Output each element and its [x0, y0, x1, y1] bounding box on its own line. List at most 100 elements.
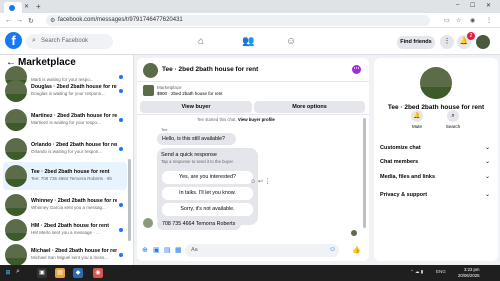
conversation-item[interactable]: Whinney · 2bed 2bath house for rent Whin…	[3, 191, 127, 219]
account-avatar[interactable]	[476, 35, 490, 49]
taskbar-search-icon[interactable]: ⌕	[16, 268, 24, 276]
system-clock[interactable]: 3:23 pm 20/06/2025	[458, 267, 480, 279]
quick-response-box: Send a quick response Tap a response to …	[157, 148, 258, 225]
maximize-button[interactable]: ☐	[470, 2, 475, 9]
unread-dot	[119, 253, 123, 257]
close-window-button[interactable]: ✕	[486, 2, 491, 9]
quick-reply-button[interactable]: Yes, are you interested?	[162, 171, 253, 184]
quick-reply-button[interactable]: Sorry, it's not available.	[162, 203, 253, 216]
conversation-name: Tee · 2bed 2bath house for rent	[31, 169, 110, 175]
bookmark-icon[interactable]: ☆	[456, 17, 461, 24]
facebook-logo[interactable]: f	[5, 32, 22, 49]
conversation-preview: HM Merlo sent you a message · ...	[31, 230, 100, 235]
chevron-down-icon: ⌄	[484, 159, 490, 165]
search-icon[interactable]: ⌕	[447, 110, 459, 122]
back-icon[interactable]: ←	[5, 17, 12, 24]
file-explorer-icon[interactable]: ▤	[55, 268, 65, 278]
url-text[interactable]: facebook.com/messages/t/9791746477620431	[58, 17, 183, 23]
chat-scrollbar[interactable]	[363, 118, 366, 228]
mute-action[interactable]: 🔔 Mute	[402, 110, 432, 129]
chat-thumbnail[interactable]	[143, 63, 158, 78]
menu-grid-icon[interactable]: ⋮	[440, 35, 454, 49]
unread-dot	[119, 203, 123, 207]
unread-dot	[119, 118, 123, 122]
taskbar-app-icon[interactable]: ◆	[73, 268, 83, 278]
conversation-item[interactable]: Orlando · 2bed 2bath house for rent Orla…	[3, 135, 127, 163]
listing-card: Marketplace $900 · 2bed 2bath house for …	[137, 81, 369, 115]
find-friends-button[interactable]: Find friends	[397, 36, 435, 49]
chat-panel: Tee · 2bed 2bath house for rent ⋯ Market…	[137, 58, 369, 261]
cast-icon[interactable]: ▭	[444, 17, 450, 24]
message-input[interactable]: Aa ☺	[185, 244, 339, 257]
reload-icon[interactable]: ↻	[28, 17, 34, 25]
conversation-item-active[interactable]: Tee · 2bed 2bath house for rent Tee: 708…	[3, 162, 127, 190]
quick-reply-button[interactable]: In talks. I'll let you know.	[162, 187, 253, 200]
sticker-icon[interactable]: ▤	[164, 246, 171, 254]
reply-icon[interactable]: ↩	[258, 179, 263, 185]
conversation-thumbnail	[5, 138, 27, 160]
site-info-icon[interactable]: ⚙	[50, 17, 55, 24]
taskbar-app-icon[interactable]: ▣	[37, 268, 47, 278]
search-input[interactable]: ⌕ Search Facebook	[26, 34, 113, 49]
tray-icons[interactable]: ⌃ ☁ ▮	[410, 269, 423, 275]
address-bar[interactable]: ⚙ facebook.com/messages/t/97917464776204…	[46, 15, 430, 26]
mute-icon[interactable]: 🔔	[411, 110, 423, 122]
search-action[interactable]: ⌕ Search	[438, 110, 468, 129]
profile-icon[interactable]: ◉	[470, 17, 475, 24]
language-code: ENG	[436, 269, 446, 274]
conversation-item[interactable]: Martinez · 2bed 2bath house for rent Mar…	[3, 106, 127, 134]
language-indicator[interactable]: ENG	[436, 269, 446, 274]
forward-icon[interactable]: →	[16, 17, 23, 24]
conversation-item[interactable]: Douglas · 2bed 2bath house for rent Doug…	[3, 77, 127, 105]
conversation-preview: Tee: 708 735 4664 Temorra Roberts · 8h	[31, 176, 112, 181]
listing-label: Marketplace	[157, 85, 182, 90]
conversation-preview: Michael San Miguel sent you a mess...	[31, 255, 109, 260]
media-files-links-row[interactable]: Media, files and links ⌄	[380, 171, 492, 183]
conversation-thumbnail	[5, 80, 27, 102]
close-tab-icon[interactable]: ✕	[24, 3, 29, 10]
quick-response-title: Send a quick response	[161, 152, 217, 158]
sidebar-scrollbar[interactable]	[128, 159, 131, 241]
message-bubble: Hello, is this still available?	[157, 133, 236, 145]
friends-icon[interactable]: 👥	[242, 36, 254, 47]
conversation-item[interactable]: HM · 2bed 2bath house for rent HM Merlo …	[3, 216, 127, 244]
react-icon[interactable]: ☺	[250, 179, 256, 185]
listing-avatar[interactable]	[420, 67, 452, 99]
mute-label: Mute	[411, 124, 422, 129]
groups-icon[interactable]: ☺	[286, 36, 296, 47]
chat-title[interactable]: Tee · 2bed 2bath house for rent	[162, 66, 258, 73]
listing-price[interactable]: $900 · 2bed 2bath house for rent	[157, 91, 223, 96]
sender-avatar	[143, 218, 153, 228]
customize-chat-row[interactable]: Customize chat ⌄	[380, 142, 492, 154]
chat-members-row[interactable]: Chat members ⌄	[380, 156, 492, 168]
minimize-button[interactable]: –	[456, 2, 459, 8]
search-placeholder: Search Facebook	[41, 38, 89, 44]
conversation-name: Michael · 2bed 2bath house for rent	[31, 248, 117, 254]
chat-info-panel: Tee · 2bed 2bath house for rent 🔔 Mute ⌕…	[374, 58, 498, 261]
view-buyer-profile-link[interactable]: View buyer profile	[238, 117, 275, 122]
new-tab-button[interactable]: +	[36, 2, 41, 11]
menu-icon[interactable]: ⋮	[486, 17, 492, 24]
home-icon[interactable]: ⌂	[198, 36, 204, 47]
like-icon[interactable]: 👍	[352, 246, 361, 254]
sender-name: Tee	[161, 127, 168, 132]
add-icon[interactable]: ⊕	[142, 246, 148, 254]
chat-start-notice: Tee started this chat. View buyer profil…	[197, 117, 275, 122]
conversation-name: Orlando · 2bed 2bath house for rent	[31, 142, 117, 148]
conversation-thumbnail	[5, 165, 27, 187]
chrome-icon[interactable]: ◉	[93, 268, 103, 278]
windows-start-icon[interactable]: ⊞	[3, 268, 13, 278]
photo-icon[interactable]: ▣	[153, 246, 160, 254]
listing-thumbnail[interactable]	[143, 85, 154, 96]
message-bubble: 708 735 4664 Temorra Roberts	[157, 218, 241, 230]
conversation-item[interactable]: Michael · 2bed 2bath house for rent Mich…	[3, 241, 127, 265]
privacy-support-row[interactable]: Privacy & support ⌄	[380, 189, 492, 201]
info-title: Tee · 2bed 2bath house for rent	[387, 104, 485, 111]
view-buyer-button[interactable]: View buyer	[140, 101, 252, 113]
more-icon[interactable]: ⋯	[352, 65, 361, 74]
emoji-icon[interactable]: ☺	[329, 246, 336, 253]
more-options-button[interactable]: More options	[254, 101, 365, 113]
browser-tab[interactable]	[4, 2, 22, 13]
more-actions-icon[interactable]: ⋮	[265, 179, 271, 185]
gif-icon[interactable]: ▦	[175, 246, 182, 254]
